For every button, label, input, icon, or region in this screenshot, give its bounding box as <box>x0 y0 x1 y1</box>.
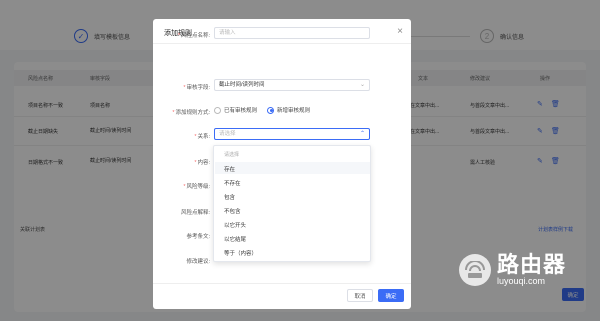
watermark-text: 路由器 <box>497 252 567 277</box>
dropdown-option[interactable]: 以它结尾 <box>224 235 246 243</box>
modal-header-divider <box>153 43 411 44</box>
relation-select[interactable]: 请选择 ⌃ <box>214 128 370 140</box>
relation-dropdown: 请选择 存在 不存在 包含 不包含 以它开头 以它结尾 等于（内容） <box>213 145 371 262</box>
relation-label: *关系: <box>194 134 210 140</box>
radio-selected-icon <box>267 106 274 114</box>
dropdown-option[interactable]: 包含 <box>224 193 235 201</box>
risk-name-label: *风险点名称: <box>177 33 210 39</box>
add-method-label: *添加规则方式: <box>172 110 210 116</box>
suggest-label: 修改建议: <box>186 259 210 265</box>
risk-level-label: *风险等级: <box>183 184 210 190</box>
close-icon[interactable]: × <box>397 26 403 37</box>
cancel-button[interactable]: 取消 <box>347 289 373 302</box>
router-logo-icon <box>459 254 491 286</box>
risk-explain-label: 风险点解释: <box>180 210 210 216</box>
dropdown-hint: 请选择 <box>224 152 240 158</box>
radio-new-rule[interactable]: 新增审核规则 <box>267 106 310 114</box>
risk-name-input[interactable]: 请输入 <box>214 27 370 39</box>
content-label: *内容: <box>194 160 210 166</box>
dropdown-option[interactable]: 以它开头 <box>224 221 246 229</box>
radio-existing-rule[interactable]: 已有审核规则 <box>214 106 257 114</box>
dropdown-option[interactable]: 不存在 <box>224 179 241 187</box>
radio-icon <box>214 106 221 114</box>
chevron-down-icon: ⌄ <box>359 82 365 88</box>
dropdown-option[interactable]: 不包含 <box>224 207 241 215</box>
reference-label: 参考条文: <box>186 234 210 240</box>
dropdown-option[interactable]: 存在 <box>224 165 235 173</box>
watermark-url: luyouqi.com <box>497 276 546 286</box>
watermark: 路由器 luyouqi.com <box>459 254 566 286</box>
dropdown-option[interactable]: 等于（内容） <box>224 249 257 257</box>
audit-field-select[interactable]: 截止时间/读列时间 ⌄ <box>214 79 370 91</box>
ok-button[interactable]: 确定 <box>378 289 404 302</box>
audit-field-label: *审核字段: <box>183 85 210 91</box>
chevron-up-icon: ⌃ <box>359 131 365 137</box>
dropdown-highlight <box>215 162 370 174</box>
modal-footer-divider <box>153 283 411 284</box>
